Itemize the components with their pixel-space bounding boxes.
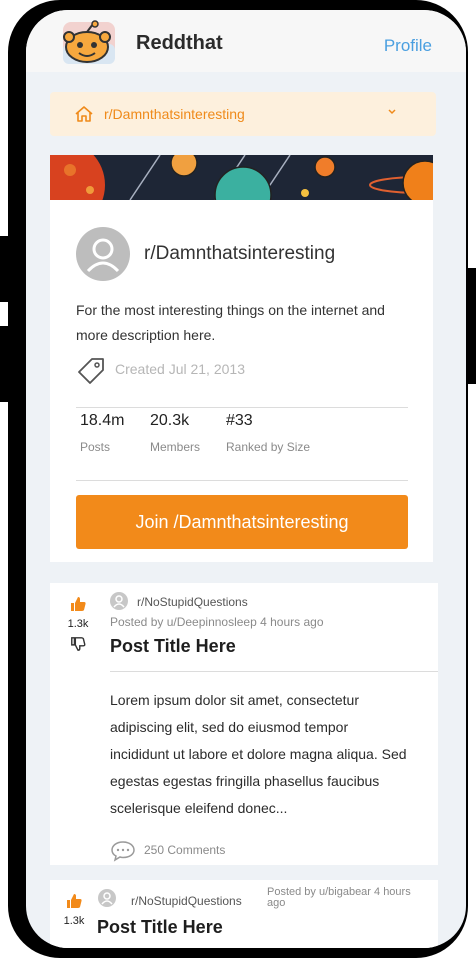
subreddit-description: For the most interesting things on the i… — [76, 302, 385, 343]
stat-members: 20.3k Members — [150, 412, 200, 454]
post-meta: Posted by u/Deepinnosleep 4 hours ago — [110, 615, 324, 629]
post-card[interactable]: 1.3k r/NoStupidQuestions Posted by u/Dee… — [50, 583, 438, 865]
post-subreddit[interactable]: r/NoStupidQuestions — [137, 595, 248, 609]
subreddit-selector-label: r/Damnthatsinteresting — [104, 106, 245, 122]
tag-icon — [76, 357, 106, 390]
stat-value: #33 — [226, 412, 253, 429]
post-title[interactable]: Post Title Here — [110, 636, 236, 657]
profile-link[interactable]: Profile — [384, 36, 432, 56]
thumbs-up-icon[interactable] — [54, 892, 94, 915]
thumbs-down-icon[interactable] — [58, 636, 98, 657]
vote-column: 1.3k — [58, 595, 98, 657]
subreddit-selector[interactable]: r/Damnthatsinteresting — [50, 92, 436, 136]
stat-value: 18.4m — [80, 412, 125, 429]
app-header: Reddthat Profile — [26, 10, 466, 72]
divider — [110, 671, 438, 672]
comments-link[interactable]: 250 Comments — [110, 839, 225, 868]
vote-column: 1.3k — [54, 892, 94, 927]
subreddit-info-card: r/Damnthatsinteresting For the most inte… — [50, 200, 433, 562]
subreddit-name: r/Damnthatsinteresting — [144, 243, 336, 264]
subreddit-banner — [50, 155, 433, 200]
join-button[interactable]: Join /Damnthatsinteresting — [76, 495, 408, 549]
app-logo — [59, 20, 117, 66]
post-body: Lorem ipsum dolor sit amet, consectetur … — [110, 692, 407, 816]
vote-count: 1.3k — [67, 618, 89, 630]
chevron-down-icon — [386, 104, 398, 120]
stat-label: Members — [150, 440, 201, 454]
phone-frame: Reddthat Profile r/Damnthatsinteresting — [8, 0, 468, 958]
post-subreddit[interactable]: r/NoStupidQuestions — [131, 894, 242, 908]
subreddit-avatar-small — [98, 889, 116, 907]
comment-icon — [110, 841, 136, 867]
vote-count: 1.3k — [63, 915, 85, 927]
post-meta: Posted by u/bigabear 4 hours ago — [267, 886, 411, 909]
stat-label: Posts — [80, 440, 111, 454]
phone-screen: Reddthat Profile r/Damnthatsinteresting — [26, 10, 466, 948]
created-date: Created Jul 21, 2013 — [115, 361, 245, 377]
divider — [76, 480, 408, 481]
stat-value: 20.3k — [150, 412, 190, 429]
stat-label: Ranked by Size — [226, 440, 311, 454]
post-card[interactable]: 1.3k r/NoStupidQuestions Posted by u/big… — [50, 880, 438, 948]
app-title: Reddthat — [136, 32, 223, 54]
subreddit-avatar — [76, 227, 130, 281]
post-title[interactable]: Post Title Here — [97, 917, 223, 938]
home-icon — [74, 104, 94, 129]
divider — [76, 407, 408, 408]
stat-rank: #33 Ranked by Size — [226, 412, 310, 454]
subreddit-avatar-small — [110, 592, 128, 610]
comments-count: 250 Comments — [144, 843, 226, 857]
thumbs-up-icon[interactable] — [58, 595, 98, 618]
stat-posts: 18.4m Posts — [80, 412, 124, 454]
